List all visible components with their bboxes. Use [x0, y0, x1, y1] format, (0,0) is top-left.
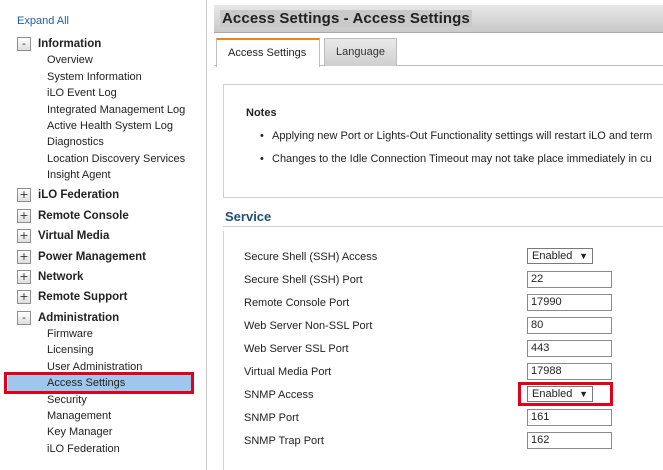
expand-icon[interactable]: + [17, 229, 31, 243]
nav-item-active-health-system-log[interactable]: Active Health System Log [47, 118, 173, 134]
section-label: Remote Support [38, 291, 128, 303]
expand-icon[interactable]: + [17, 209, 31, 223]
sidebar-navigation: Expand All - Information Overview System… [0, 0, 207, 470]
virtual-media-port-row: Virtual Media Port 17988 [244, 363, 663, 383]
ssh-access-select[interactable]: Enabled ▼ [527, 248, 593, 264]
highlight-box-snmp-access [518, 382, 613, 406]
nav-item-management[interactable]: Management [47, 408, 111, 424]
nav-section-network[interactable]: + Network [17, 269, 83, 285]
page-title: Access Settings - Access Settings [220, 10, 472, 27]
section-label: Power Management [38, 251, 146, 263]
tab-bar: Access Settings Language [214, 38, 663, 67]
ssh-port-label: Secure Shell (SSH) Port [244, 274, 363, 286]
ssh-port-input[interactable]: 22 [527, 271, 612, 288]
web-non-ssl-port-input[interactable]: 80 [527, 317, 612, 334]
web-ssl-port-row: Web Server SSL Port 443 [244, 340, 663, 360]
collapse-icon[interactable]: - [17, 311, 31, 325]
service-section-header: Service [223, 207, 663, 227]
service-title: Service [225, 209, 272, 224]
remote-console-port-row: Remote Console Port 17990 [244, 294, 663, 314]
snmp-port-input[interactable]: 161 [527, 409, 612, 426]
highlight-box-access-settings [4, 372, 194, 394]
section-label: Administration [38, 312, 120, 324]
tab-access-settings[interactable]: Access Settings [216, 38, 320, 67]
section-label: Network [38, 271, 84, 283]
expand-icon[interactable]: + [17, 250, 31, 264]
nav-section-remote-console[interactable]: + Remote Console [17, 208, 129, 224]
bullet-icon: • [260, 153, 264, 165]
expand-icon[interactable]: + [17, 290, 31, 304]
ssh-access-label: Secure Shell (SSH) Access [244, 251, 378, 263]
section-label: Information [38, 38, 102, 50]
virtual-media-port-input[interactable]: 17988 [527, 363, 612, 380]
nav-item-insight-agent[interactable]: Insight Agent [47, 167, 111, 183]
expand-all-link[interactable]: Expand All [17, 15, 69, 27]
nav-item-location-discovery-services[interactable]: Location Discovery Services [47, 151, 185, 167]
ssh-access-row: Secure Shell (SSH) Access Enabled ▼ [244, 248, 663, 268]
nav-item-ilo-federation-admin[interactable]: iLO Federation [47, 441, 120, 457]
collapse-icon[interactable]: - [17, 37, 31, 51]
nav-section-virtual-media[interactable]: + Virtual Media [17, 228, 109, 244]
nav-item-key-manager[interactable]: Key Manager [47, 424, 112, 440]
section-label: Remote Console [38, 210, 129, 222]
snmp-trap-port-input[interactable]: 162 [527, 432, 612, 449]
expand-icon[interactable]: + [17, 188, 31, 202]
nav-section-information[interactable]: - Information [17, 36, 101, 52]
web-non-ssl-port-label: Web Server Non-SSL Port [244, 320, 373, 332]
snmp-access-label: SNMP Access [244, 389, 314, 401]
web-non-ssl-port-row: Web Server Non-SSL Port 80 [244, 317, 663, 337]
note-item: • Applying new Port or Lights-Out Functi… [260, 130, 653, 142]
title-bar: Access Settings - Access Settings [214, 5, 663, 33]
note-text: Changes to the Idle Connection Timeout m… [272, 153, 652, 165]
bullet-icon: • [260, 130, 264, 142]
notes-title: Notes [246, 107, 277, 119]
dropdown-arrow-icon: ▼ [579, 251, 588, 261]
nav-section-ilo-federation[interactable]: + iLO Federation [17, 187, 119, 203]
nav-item-ilo-event-log[interactable]: iLO Event Log [47, 85, 117, 101]
service-settings-panel: Secure Shell (SSH) Access Enabled ▼ Secu… [223, 231, 663, 470]
snmp-port-row: SNMP Port 161 [244, 409, 663, 429]
nav-item-licensing[interactable]: Licensing [47, 342, 93, 358]
snmp-trap-port-row: SNMP Trap Port 162 [244, 432, 663, 452]
nav-item-firmware[interactable]: Firmware [47, 326, 93, 342]
ssh-port-row: Secure Shell (SSH) Port 22 [244, 271, 663, 291]
expand-icon[interactable]: + [17, 270, 31, 284]
section-label: Virtual Media [38, 230, 110, 242]
virtual-media-port-label: Virtual Media Port [244, 366, 332, 378]
select-value: Enabled [532, 250, 573, 262]
snmp-trap-port-label: SNMP Trap Port [244, 435, 324, 447]
remote-console-port-input[interactable]: 17990 [527, 294, 612, 311]
section-label: iLO Federation [38, 189, 120, 201]
snmp-port-label: SNMP Port [244, 412, 299, 424]
nav-section-remote-support[interactable]: + Remote Support [17, 289, 127, 305]
web-ssl-port-label: Web Server SSL Port [244, 343, 349, 355]
nav-item-security[interactable]: Security [47, 392, 87, 408]
notes-panel: Notes • Applying new Port or Lights-Out … [223, 84, 663, 198]
remote-console-port-label: Remote Console Port [244, 297, 350, 309]
web-ssl-port-input[interactable]: 443 [527, 340, 612, 357]
tab-language[interactable]: Language [324, 38, 397, 66]
nav-section-power-management[interactable]: + Power Management [17, 249, 146, 265]
nav-item-integrated-management-log[interactable]: Integrated Management Log [47, 102, 185, 118]
note-item: • Changes to the Idle Connection Timeout… [260, 153, 652, 165]
nav-item-overview[interactable]: Overview [47, 52, 93, 68]
nav-item-system-information[interactable]: System Information [47, 69, 142, 85]
note-text: Applying new Port or Lights-Out Function… [272, 130, 653, 142]
nav-item-diagnostics[interactable]: Diagnostics [47, 134, 104, 150]
nav-section-administration[interactable]: - Administration [17, 310, 119, 326]
